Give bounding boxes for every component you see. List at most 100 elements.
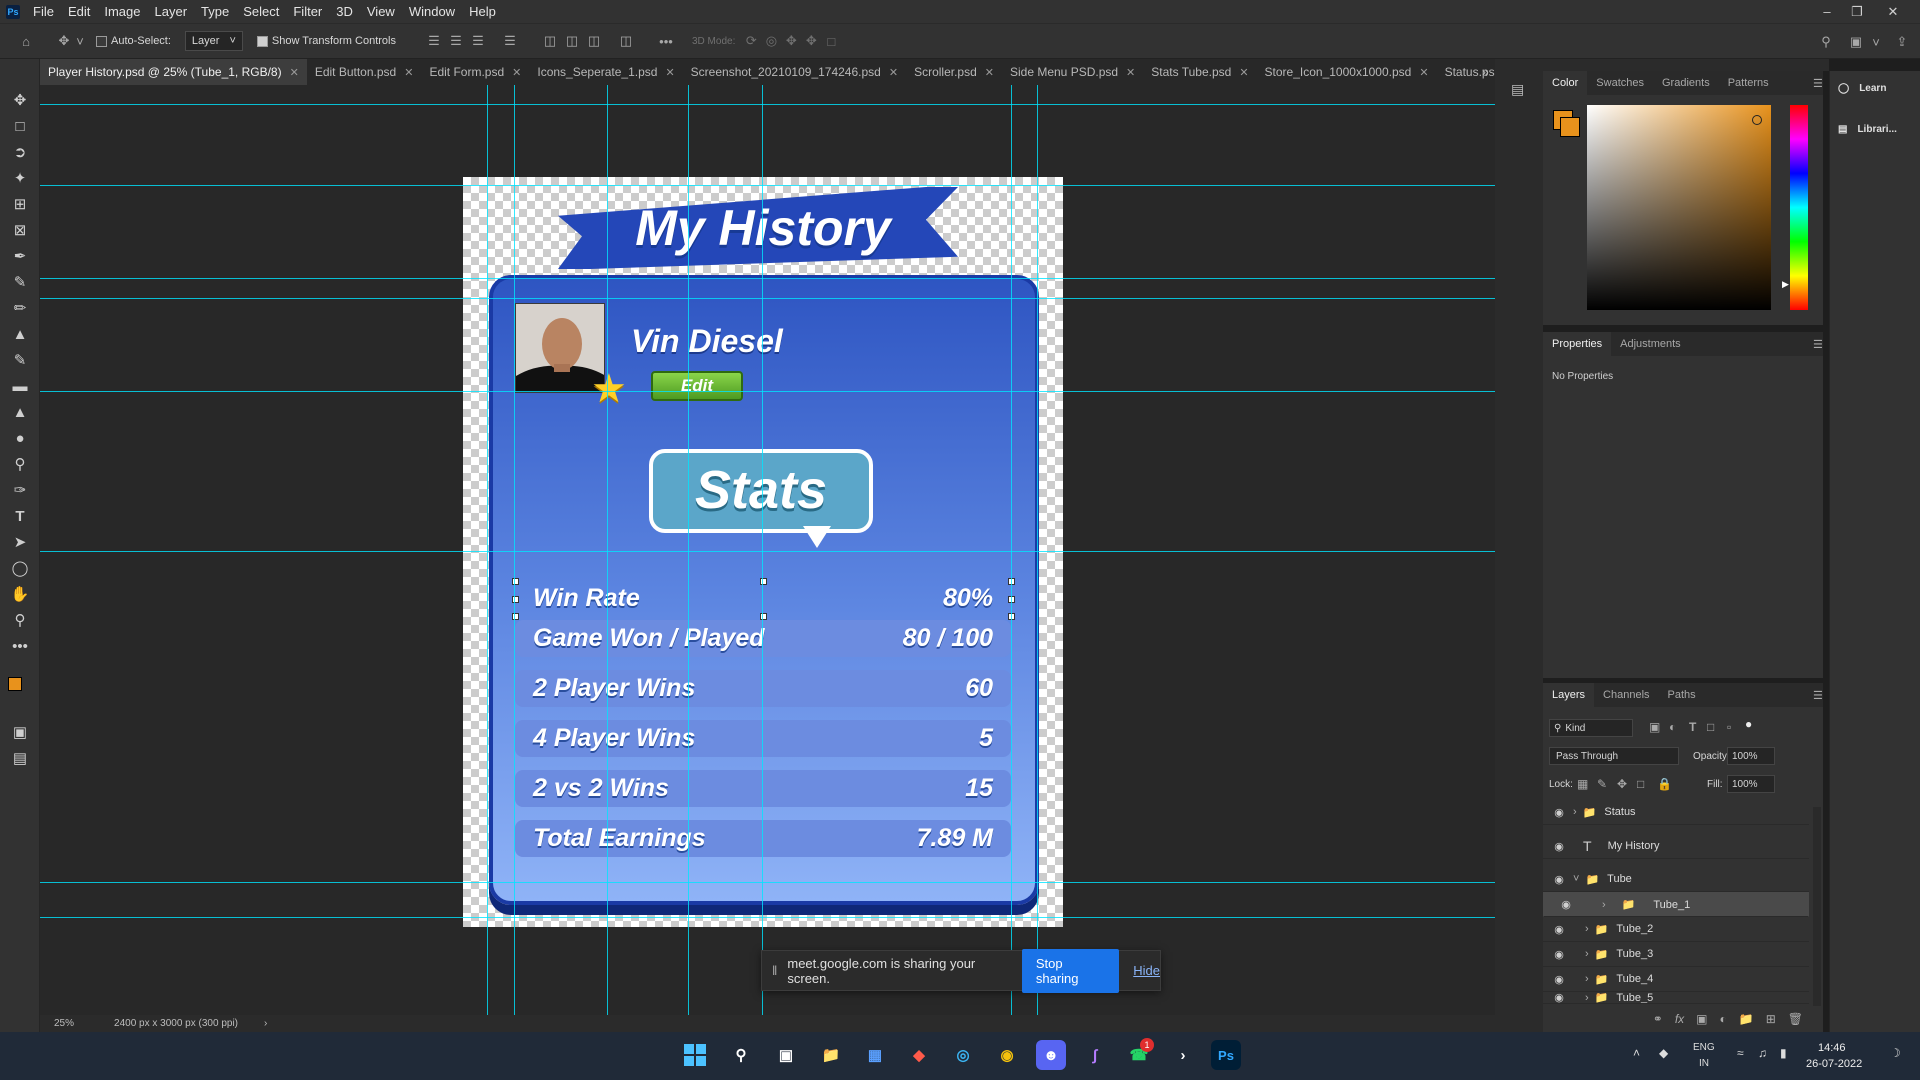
doc-tab[interactable]: Edit Form.psd ✕	[421, 59, 529, 85]
filter-pixel-icon[interactable]: ▣	[1649, 720, 1660, 734]
canvas-area[interactable]: My History ★ Vin Diesel Edit Stats Win R…	[40, 85, 1495, 1015]
screen-mode-icon[interactable]: ▤	[8, 747, 32, 769]
menu-layer[interactable]: Layer	[148, 4, 195, 19]
panel-menu-icon[interactable]: ☰	[1813, 338, 1823, 351]
color-picker-cursor[interactable]	[1752, 115, 1762, 125]
adjustment-layer-icon[interactable]: ◐	[1720, 1012, 1727, 1026]
doc-tab[interactable]: Edit Button.psd ✕	[307, 59, 422, 85]
layer-row[interactable]: ◉ › 📁 Status	[1543, 800, 1809, 825]
menu-window[interactable]: Window	[402, 4, 462, 19]
close-icon[interactable]: ✕	[290, 66, 299, 79]
link-layers-icon[interactable]: ⚭	[1653, 1012, 1663, 1026]
layer-row[interactable]: ◉ › 📁 Tube_3	[1543, 942, 1809, 967]
chevron-right-icon[interactable]: ›	[1585, 992, 1589, 1003]
tab-patterns[interactable]: Patterns	[1719, 71, 1778, 95]
layer-row[interactable]: ◉ T My History	[1543, 834, 1809, 859]
pen-tool-icon[interactable]: ✑	[8, 479, 32, 501]
menu-filter[interactable]: Filter	[286, 4, 329, 19]
eye-icon[interactable]: ◉	[1549, 923, 1569, 936]
distribute-vertical-icon[interactable]: ◫	[618, 33, 634, 49]
layer-filter-kind[interactable]: ⚲ Kind	[1549, 719, 1633, 737]
guide-line[interactable]	[40, 104, 1495, 105]
terminal-icon[interactable]: ›	[1168, 1040, 1198, 1070]
slide-3d-icon[interactable]: ✥	[803, 33, 819, 49]
new-group-icon[interactable]: 📁	[1739, 1012, 1754, 1026]
stop-sharing-button[interactable]: Stop sharing	[1021, 948, 1120, 993]
menu-view[interactable]: View	[360, 4, 402, 19]
menu-help[interactable]: Help	[462, 4, 503, 19]
edit-button[interactable]: Edit	[651, 371, 743, 401]
color-picker-field[interactable]	[1587, 105, 1771, 310]
tab-swatches[interactable]: Swatches	[1587, 71, 1653, 95]
chevron-right-icon[interactable]: ›	[1573, 806, 1577, 818]
drag-handle-icon[interactable]: ‖	[772, 963, 777, 978]
align-center-icon[interactable]: ☰	[448, 33, 464, 49]
auto-select-target-dropdown[interactable]: Layer ˅	[184, 31, 243, 51]
wifi-icon[interactable]: ≈	[1737, 1046, 1744, 1060]
close-icon[interactable]: ✕	[512, 66, 521, 79]
more-tools-icon[interactable]: •••	[8, 635, 32, 657]
close-icon[interactable]: ✕	[1878, 0, 1908, 23]
panel-collapse-bar[interactable]	[1543, 59, 1829, 71]
doc-tab[interactable]: Screenshot_20210109_174246.psd ✕	[683, 59, 906, 85]
chevron-right-icon[interactable]: ›	[1602, 899, 1606, 911]
eye-icon[interactable]: ◉	[1549, 806, 1569, 819]
zoom-level[interactable]: 25%	[54, 1018, 74, 1029]
minimize-icon[interactable]: –	[1812, 0, 1842, 23]
align-top-icon[interactable]: ◫	[542, 33, 558, 49]
layer-row[interactable]: ◉ ˅ 📁 Tube	[1543, 867, 1809, 892]
layers-scrollbar[interactable]	[1813, 807, 1821, 1007]
search-icon[interactable]: ⚲	[1818, 34, 1834, 50]
learn-button[interactable]: ◯ Learn	[1838, 83, 1886, 94]
notifications-icon[interactable]: ☽	[1890, 1046, 1901, 1060]
new-layer-icon[interactable]: ⊞	[1766, 1012, 1776, 1026]
menu-3d[interactable]: 3D	[329, 4, 360, 19]
guide-line[interactable]	[40, 391, 1495, 392]
menu-type[interactable]: Type	[194, 4, 236, 19]
zoom-tool-icon[interactable]: ⚲	[8, 609, 32, 631]
filter-toggle-icon[interactable]: ●	[1745, 717, 1752, 731]
guide-line[interactable]	[1011, 85, 1012, 1015]
stat-row[interactable]: 4 Player Wins 5	[515, 720, 1011, 757]
foreground-color-swatch[interactable]	[8, 677, 22, 691]
hand-tool-icon[interactable]: ✋	[8, 583, 32, 605]
show-transform-toggle[interactable]: Show Transform Controls	[256, 35, 396, 47]
clock-time[interactable]: 14:46	[1818, 1042, 1846, 1054]
doc-tab[interactable]: Icons_Seperate_1.psd ✕	[529, 59, 682, 85]
discord-icon[interactable]: ☻	[1036, 1040, 1066, 1070]
filter-type-icon[interactable]: T	[1689, 720, 1696, 734]
store-icon[interactable]: ▦	[860, 1040, 890, 1070]
guide-line[interactable]	[40, 917, 1495, 918]
move-tool-icon[interactable]: ✥	[8, 89, 32, 111]
stat-row[interactable]: 2 Player Wins 60	[515, 670, 1011, 707]
align-middle-icon[interactable]: ◫	[564, 33, 580, 49]
eye-icon[interactable]: ◉	[1549, 973, 1569, 986]
eye-icon[interactable]: ◉	[1549, 840, 1569, 853]
video-3d-icon[interactable]: □	[823, 33, 839, 49]
add-mask-icon[interactable]: ▣	[1696, 1012, 1707, 1026]
libraries-button[interactable]: ▤ Librari...	[1838, 124, 1897, 135]
chevron-right-icon[interactable]: ›	[1585, 973, 1589, 985]
stat-row[interactable]: 2 vs 2 Wins 15	[515, 770, 1011, 807]
photoshop-taskbar-icon[interactable]: Ps	[1211, 1040, 1241, 1070]
doc-tab[interactable]: Stats Tube.psd ✕	[1143, 59, 1256, 85]
guide-line[interactable]	[762, 85, 763, 1015]
eye-icon[interactable]: ◉	[1556, 898, 1576, 911]
chevron-right-icon[interactable]: ›	[1585, 948, 1589, 960]
history-brush-tool-icon[interactable]: ✎	[8, 349, 32, 371]
guide-line[interactable]	[514, 85, 515, 1015]
panel-menu-icon[interactable]: ☰	[1813, 689, 1823, 702]
close-icon[interactable]: ✕	[665, 66, 674, 79]
guide-line[interactable]	[40, 185, 1495, 186]
layer-row[interactable]: ◉ › 📁 Tube_4	[1543, 967, 1809, 992]
language-indicator[interactable]: ENG	[1693, 1042, 1715, 1053]
close-icon[interactable]: ✕	[1239, 66, 1248, 79]
align-left-icon[interactable]: ☰	[426, 33, 442, 49]
guide-line[interactable]	[487, 85, 488, 1015]
restore-icon[interactable]: ❐	[1842, 0, 1872, 23]
dodge-tool-icon[interactable]: ⚲	[8, 453, 32, 475]
stat-row[interactable]: Win Rate 80%	[515, 580, 1011, 617]
tab-color[interactable]: Color	[1543, 71, 1588, 95]
hue-slider-arrow-icon[interactable]: ▶	[1782, 279, 1789, 290]
lock-pixels-icon[interactable]: ✎	[1597, 777, 1607, 791]
